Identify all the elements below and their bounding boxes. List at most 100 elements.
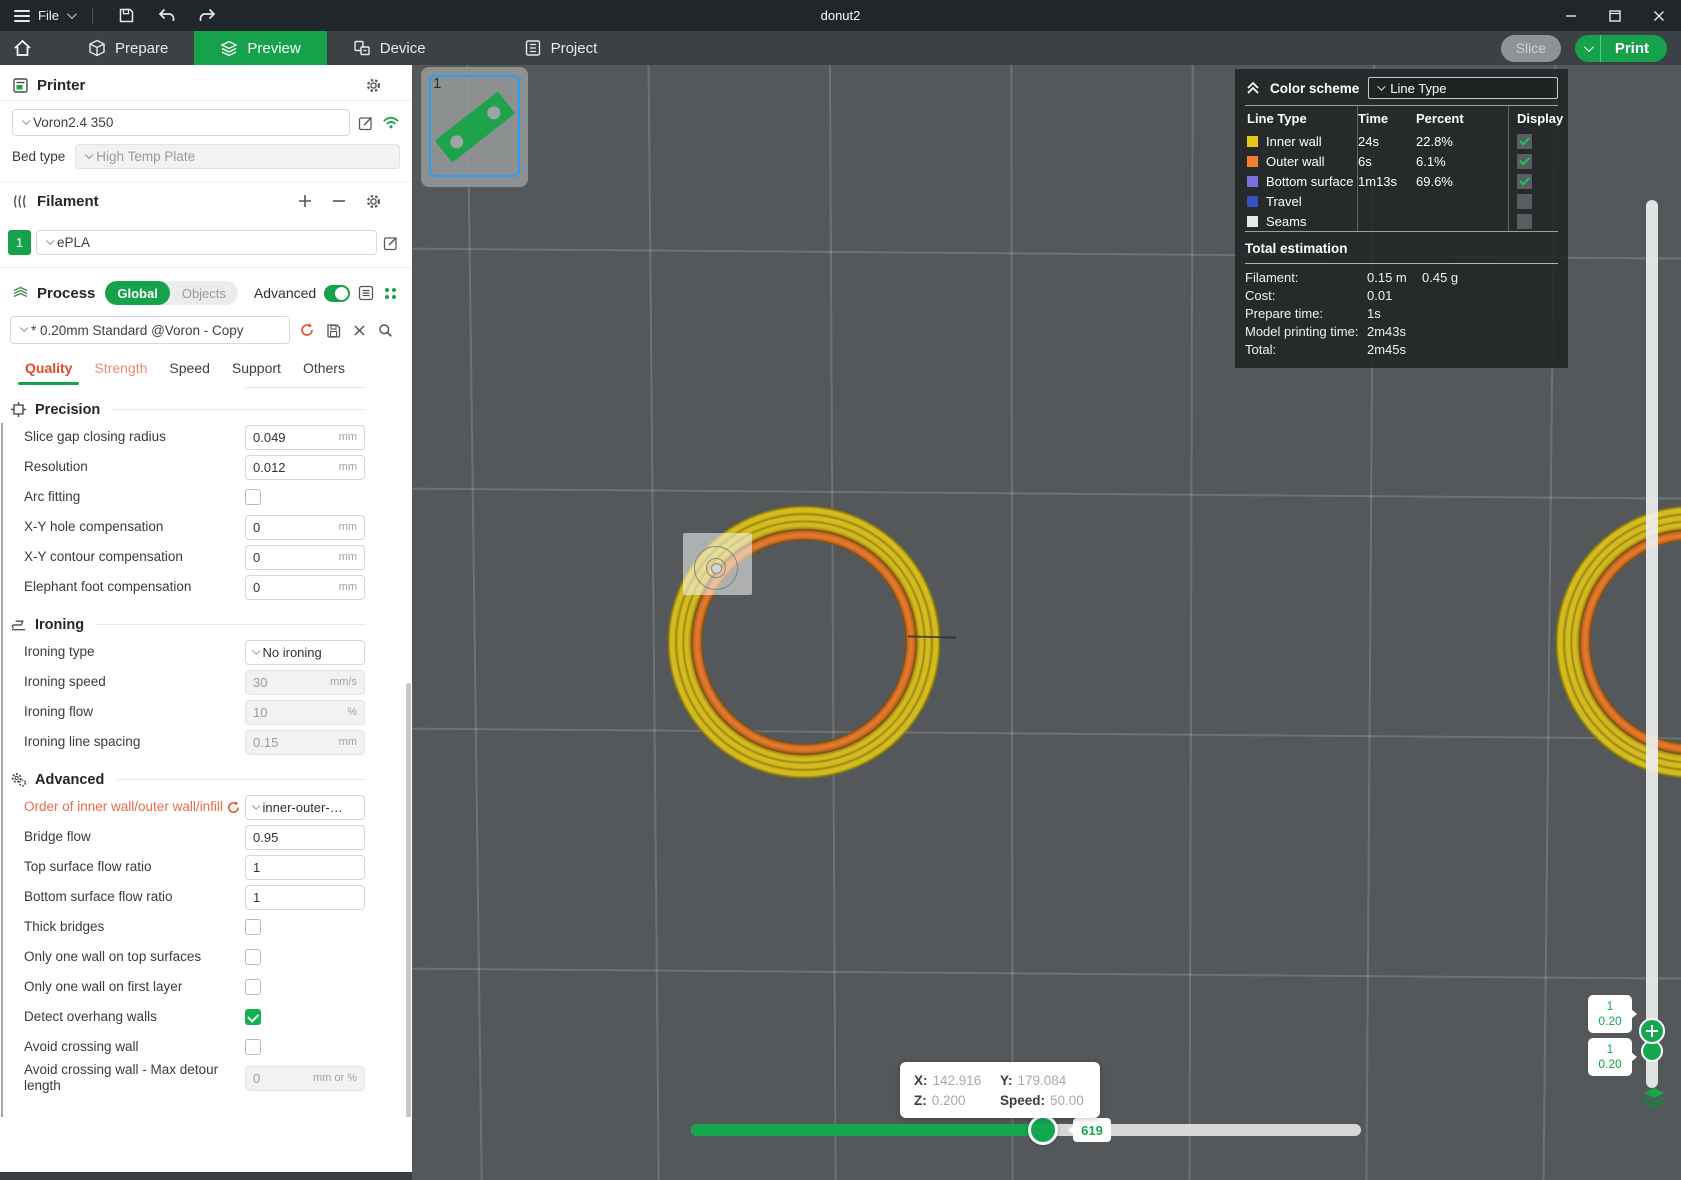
slice-button[interactable]: Slice	[1500, 34, 1561, 62]
display-checkbox[interactable]	[1517, 153, 1532, 169]
setting-input[interactable]: 0.95	[245, 824, 365, 850]
setting-input[interactable]: 0 mm	[245, 514, 365, 540]
scope-objects-pill[interactable]: Objects	[170, 281, 238, 305]
file-menu[interactable]: File	[38, 8, 59, 23]
bed-type-value: High Temp Plate	[96, 149, 196, 164]
print-button-label: Print	[1614, 39, 1649, 57]
layer-slider-badge-top[interactable]: 1 0.20	[1588, 995, 1632, 1033]
close-button[interactable]	[1637, 0, 1681, 31]
move-slider-handle[interactable]	[1028, 1115, 1058, 1145]
reset-preset-icon[interactable]	[298, 321, 316, 339]
tab-quality[interactable]: Quality	[14, 360, 83, 385]
total-estimation-divider	[1245, 263, 1558, 264]
setting-row-thick-bridges: Thick bridges	[0, 912, 412, 942]
display-checkbox[interactable]	[1517, 193, 1532, 209]
remove-filament-icon[interactable]	[330, 192, 348, 210]
settings-scrollbar[interactable]	[406, 683, 411, 1117]
line-type-color-swatch	[1247, 155, 1258, 167]
display-checkbox[interactable]	[1517, 173, 1532, 189]
search-preset-icon[interactable]	[376, 321, 394, 339]
setting-checkbox[interactable]	[245, 919, 261, 935]
process-preset-select[interactable]: * 0.20mm Standard @Voron - Copy	[10, 316, 290, 344]
filament-settings-gear-icon[interactable]	[364, 192, 382, 210]
file-menu-chevron-icon[interactable]	[66, 9, 77, 20]
setting-row-ironing-type: Ironing type No ironing	[0, 637, 412, 667]
tab-strength[interactable]: Strength	[83, 360, 158, 385]
setting-row-ironing-line-spacing: Ironing line spacing 0.15 mm	[0, 727, 412, 757]
setting-checkbox[interactable]	[245, 1009, 261, 1025]
plate-thumbnail[interactable]: 1	[421, 67, 528, 187]
settings-scroll-area[interactable]: Precision Slice gap closing radius 0.049 mm…	[0, 387, 412, 1117]
setting-input[interactable]: 0 mm	[245, 544, 365, 570]
edit-printer-icon[interactable]	[357, 114, 375, 132]
advanced-mode-toggle[interactable]	[324, 284, 351, 302]
add-filament-icon[interactable]	[296, 192, 314, 210]
preview-3d-viewport[interactable]: 1 Color scheme Line Type Line Type Time Pe…	[412, 65, 1681, 1180]
print-button[interactable]: Print	[1574, 34, 1667, 62]
tab-others[interactable]: Others	[292, 360, 356, 385]
setting-dropdown[interactable]: inner-outer-…	[245, 794, 365, 820]
delete-preset-icon[interactable]	[350, 321, 368, 339]
add-color-change-button[interactable]	[1639, 1018, 1665, 1044]
printer-settings-gear-icon[interactable]	[364, 76, 382, 94]
setting-checkbox[interactable]	[245, 489, 261, 505]
setting-input[interactable]: 1	[245, 854, 365, 880]
layer-slider-track[interactable]	[1646, 200, 1658, 1088]
move-slider-track[interactable]: 619	[691, 1115, 1361, 1145]
tab-device[interactable]: Device	[327, 31, 452, 65]
setting-dropdown[interactable]: No ironing	[245, 639, 365, 665]
layer-slider-badge-bottom[interactable]: 1 0.20	[1588, 1038, 1632, 1076]
setting-input[interactable]: 1	[245, 884, 365, 910]
filament-preset-select[interactable]: ePLA	[36, 230, 377, 255]
sidebar-parameters-panel: Printer Voron2.4 350 Bed type High Temp …	[0, 65, 412, 1172]
tab-project[interactable]: Project	[498, 31, 624, 65]
setting-row-ironing-speed: Ironing speed 30 mm/s	[0, 667, 412, 697]
tab-prepare[interactable]: Prepare	[62, 31, 194, 65]
collapse-panel-icon[interactable]	[1245, 80, 1261, 96]
undo-icon[interactable]	[157, 6, 177, 26]
tab-preview[interactable]: Preview	[194, 31, 327, 65]
scope-global-pill[interactable]: Global	[105, 281, 170, 305]
grid-line	[412, 967, 1681, 981]
edit-filament-icon[interactable]	[382, 234, 400, 252]
display-checkbox[interactable]	[1517, 213, 1532, 229]
tab-speed[interactable]: Speed	[158, 360, 220, 385]
reset-value-icon[interactable]	[226, 800, 241, 815]
y-value: 179.084	[1017, 1072, 1067, 1088]
grid-line	[412, 487, 1681, 501]
minimize-button[interactable]	[1549, 0, 1593, 31]
save-icon[interactable]	[117, 6, 137, 26]
setting-input[interactable]: 0 mm	[245, 574, 365, 600]
nozzle-position-marker	[683, 533, 752, 595]
setting-label: Order of inner wall/outer wall/infill	[24, 799, 223, 814]
setting-checkbox[interactable]	[245, 949, 261, 965]
setting-checkbox[interactable]	[245, 979, 261, 995]
display-checkbox[interactable]	[1517, 133, 1532, 149]
setting-row-resolution: Resolution 0.012 mm	[0, 452, 412, 482]
chevron-down-icon	[252, 801, 261, 810]
setting-input[interactable]: 0.049 mm	[245, 424, 365, 450]
chevron-down-icon	[45, 236, 55, 245]
color-scheme-type-select[interactable]: Line Type	[1368, 77, 1558, 99]
parameter-table-icon[interactable]	[358, 284, 374, 302]
bed-type-select[interactable]: High Temp Plate	[75, 144, 400, 169]
tab-support[interactable]: Support	[221, 360, 292, 385]
setting-input[interactable]: 0.012 mm	[245, 454, 365, 480]
maximize-button[interactable]	[1593, 0, 1637, 31]
print-options-chevron-icon[interactable]	[1575, 34, 1601, 62]
menu-hamburger-icon[interactable]	[14, 9, 30, 22]
save-preset-icon[interactable]	[324, 321, 342, 339]
setting-checkbox[interactable]	[245, 1039, 261, 1055]
home-button[interactable]	[0, 31, 44, 65]
filament-icon	[12, 193, 29, 210]
redo-icon[interactable]	[197, 6, 217, 26]
filament-slot-badge[interactable]: 1	[8, 230, 31, 255]
objects-grid-icon[interactable]	[382, 284, 398, 302]
wifi-connection-icon[interactable]	[382, 114, 400, 132]
layers-view-icon[interactable]	[1642, 1085, 1666, 1109]
setting-row-only-one-wall-on-top-surfaces: Only one wall on top surfaces	[0, 942, 412, 972]
line-type-row-inner-wall: Inner wall 24s 22.8%	[1245, 131, 1558, 151]
move-slider-fill	[691, 1124, 1043, 1136]
layer-height: 0.20	[1598, 1057, 1622, 1071]
printer-preset-select[interactable]: Voron2.4 350	[12, 109, 350, 136]
